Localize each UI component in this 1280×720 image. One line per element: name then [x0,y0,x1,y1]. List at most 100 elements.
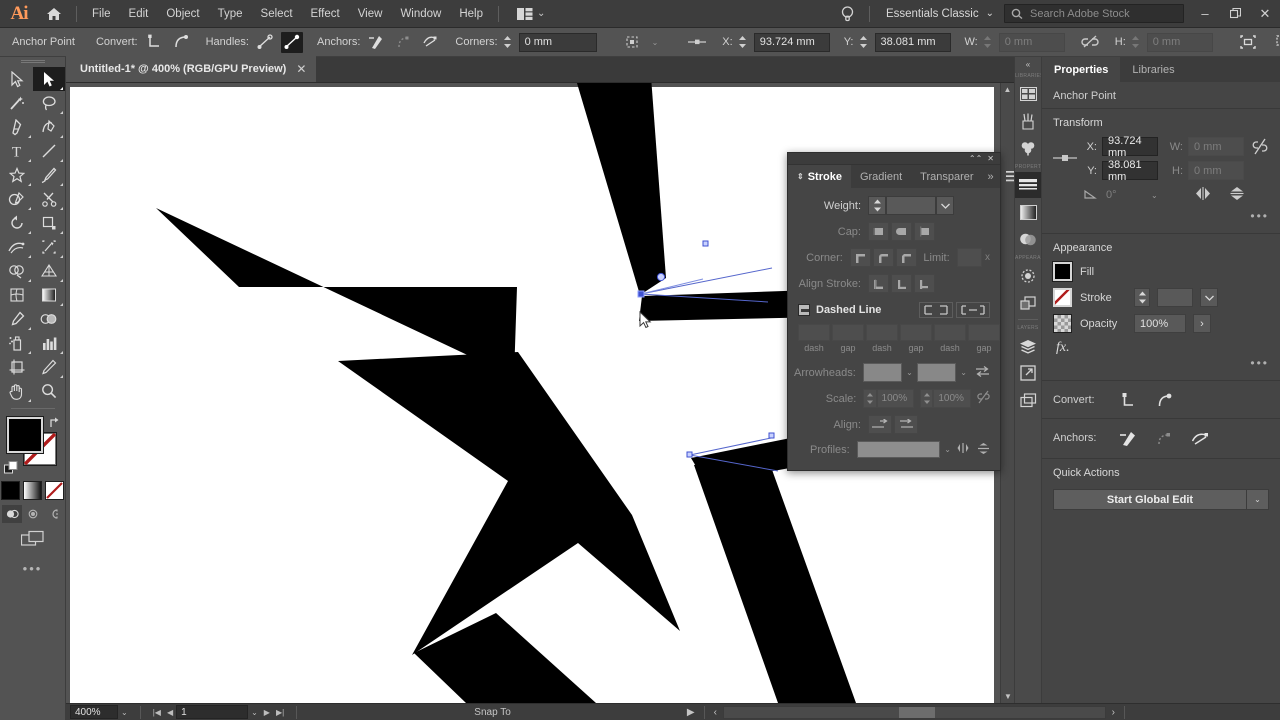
draw-behind-button[interactable] [23,505,43,523]
appearance-more-button[interactable]: ••• [1053,356,1269,370]
artboard-tool[interactable] [1,355,33,379]
prev-artboard-icon[interactable]: ◀ [164,708,176,717]
rotate-tool[interactable] [1,211,33,235]
remove-anchor-icon[interactable] [1115,427,1141,449]
artboards-icon[interactable] [1015,81,1041,107]
width-warp-tool[interactable] [1,235,33,259]
draw-normal-button[interactable] [1,505,22,523]
search-input[interactable] [1030,7,1177,20]
slice-tool[interactable] [33,355,65,379]
fx-button[interactable]: fx. [1056,340,1269,356]
corners-radius-input[interactable]: 0 mm [518,32,597,52]
bevel-join-icon[interactable] [895,248,917,267]
start-global-edit-button[interactable]: Start Global Edit [1053,489,1247,510]
link-scale-icon[interactable] [977,390,990,407]
artboard-chevron-icon[interactable]: ⌄ [248,708,261,717]
color-swatch-button[interactable] [1,481,20,500]
swap-arrowheads-icon[interactable] [975,365,990,381]
eyedropper-tool[interactable] [1,307,33,331]
stroke-panel-icon[interactable] [1015,172,1041,198]
scale-tool[interactable] [33,211,65,235]
selection-tool[interactable] [1,67,33,91]
workspace-switcher[interactable]: Essentials Classic ⌄ [876,8,1004,20]
align-to-selection-icon[interactable] [621,32,643,53]
align-inside-icon[interactable] [891,274,912,293]
star-rectangle-tool[interactable] [1,163,33,187]
gap-input-2[interactable] [900,324,932,341]
close-button[interactable]: ✕ [1250,0,1280,28]
place-arrow-at-end-icon[interactable] [894,415,918,434]
angle-chevron-icon[interactable]: ⌄ [1147,191,1162,200]
weight-dropdown-icon[interactable] [936,196,954,215]
start-global-edit-chevron-icon[interactable]: ⌄ [1247,489,1269,510]
constrain-proportions-icon[interactable] [1250,137,1269,156]
tab-properties[interactable]: Properties [1042,57,1121,82]
convert-to-smooth-icon[interactable] [170,32,192,53]
brushes-icon[interactable] [1015,108,1041,134]
y-position-input[interactable]: 38.081 mm [874,32,951,52]
preserve-dash-icon[interactable] [919,302,953,318]
handles-break-icon[interactable] [254,32,276,53]
close-icon[interactable]: ✕ [296,62,306,76]
x-stepper[interactable] [738,34,747,50]
panel-overflow-icon[interactable]: » [983,165,999,188]
scale-start-input[interactable]: 100% [876,389,915,408]
isolate-anchor-icon[interactable] [1187,427,1213,449]
align-dash-corners-icon[interactable] [956,302,990,318]
y-stepper[interactable] [859,34,868,50]
align-center-icon[interactable] [868,274,889,293]
shape-options-icon[interactable] [1237,32,1259,53]
stroke-weight-stepper[interactable] [1134,288,1150,307]
opacity-input[interactable]: 100% [1134,314,1186,333]
menu-file[interactable]: File [83,4,120,24]
opacity-swatch-icon[interactable] [1053,314,1072,333]
limit-input[interactable] [956,248,982,267]
reference-point-icon[interactable] [1053,137,1077,163]
symbols-icon[interactable] [1015,135,1041,161]
swap-fill-stroke-icon[interactable] [49,416,62,429]
change-screen-mode-icon[interactable] [0,530,65,547]
corners-stepper[interactable] [503,34,512,50]
home-icon[interactable] [38,7,70,21]
links-icon[interactable] [1015,360,1041,386]
line-segment-tool[interactable] [33,139,65,163]
default-fill-stroke-icon[interactable] [3,461,18,475]
menu-help[interactable]: Help [450,4,492,24]
round-join-icon[interactable] [872,248,894,267]
tab-libraries[interactable]: Libraries [1120,57,1186,82]
adobe-stock-search[interactable] [1004,4,1184,23]
connect-anchor-icon[interactable] [1151,427,1177,449]
flip-across-icon[interactable] [977,442,990,458]
panel-collapse-icon[interactable]: ⌃⌃ [969,154,982,163]
hscroll-right[interactable]: › [1108,704,1119,720]
dash-input-1[interactable] [798,324,830,341]
horizontal-scrollbar[interactable] [722,705,1106,719]
document-tab[interactable]: Untitled-1* @ 400% (RGB/GPU Preview) ✕ [66,56,317,82]
type-tool[interactable]: T [1,139,33,163]
fill-swatch[interactable] [1052,261,1073,282]
projecting-cap-icon[interactable] [914,222,935,241]
hand-tool[interactable] [1,379,33,403]
menu-effect[interactable]: Effect [302,4,349,24]
graphic-styles-icon[interactable] [1015,290,1041,316]
transform-more-button[interactable]: ••• [1053,209,1269,223]
transparency-panel-icon[interactable] [1015,226,1041,252]
layers-icon[interactable] [1015,333,1041,359]
tab-stroke[interactable]: ⇕ Stroke [788,165,851,188]
hscroll-thumb[interactable] [899,706,936,718]
dock-collapse-icon[interactable]: « [1015,57,1041,71]
x-position-input[interactable]: 93.724 mm [1102,135,1158,159]
gradient-button[interactable] [23,481,42,500]
flip-along-icon[interactable] [957,442,972,457]
perspective-grid-tool[interactable] [33,259,65,283]
hscroll-left[interactable]: ‹ [710,704,721,720]
scissors-eraser-tool[interactable] [33,187,65,211]
zoom-tool[interactable] [33,379,65,403]
connect-anchor-icon[interactable] [392,32,414,53]
artboards2-icon[interactable] [1015,387,1041,413]
arrowhead-start-dropdown[interactable] [862,363,903,382]
shaper-pencil-tool[interactable] [1,187,33,211]
arrowhead-end-dropdown[interactable] [916,363,957,382]
gap-input-1[interactable] [832,324,864,341]
minimize-button[interactable]: – [1190,0,1220,28]
